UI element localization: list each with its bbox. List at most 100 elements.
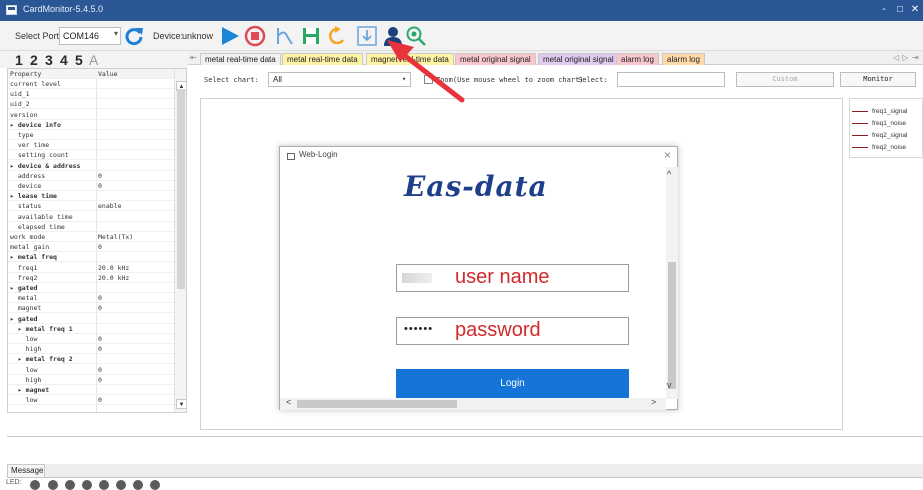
tab-last-icon[interactable]: ⇥	[912, 53, 919, 62]
property-row[interactable]: available time	[8, 212, 174, 222]
tab-chart[interactable]: metal original signal	[455, 53, 536, 65]
property-value[interactable]: 0	[98, 334, 102, 344]
property-row[interactable]: low 0	[8, 365, 174, 375]
minimize-button[interactable]: -	[878, 3, 890, 17]
property-value[interactable]: 0	[98, 242, 102, 252]
custom-button[interactable]: Custom	[736, 72, 834, 87]
tab-prev-icon[interactable]: ◁	[893, 53, 899, 62]
property-row[interactable]: freq1 20.0 kHz	[8, 263, 174, 273]
tab-chart[interactable]: magnet real-time data	[366, 53, 454, 65]
chart-tool-icon[interactable]	[275, 25, 297, 47]
chevron-down-icon[interactable]: ▾	[114, 29, 118, 38]
dialog-vertical-scrollbar[interactable]: ^ v	[666, 167, 678, 399]
play-icon[interactable]	[219, 25, 241, 47]
monitor-button[interactable]: Monitor	[840, 72, 916, 87]
dialog-scroll-thumb[interactable]	[668, 262, 676, 389]
property-row[interactable]: ▸ metal freq	[8, 252, 174, 263]
property-value[interactable]: 0	[98, 365, 102, 375]
password-field[interactable]: •••••• password	[396, 317, 629, 345]
user-login-icon[interactable]	[382, 25, 404, 47]
tab-first-icon[interactable]: ⇤	[190, 53, 197, 62]
tab-next-icon[interactable]: ▷	[902, 53, 908, 62]
series-select[interactable]	[617, 72, 725, 87]
property-row[interactable]: low 0	[8, 395, 174, 406]
chart-select-arrow-icon[interactable]: ▾	[402, 75, 406, 83]
property-row[interactable]: version	[8, 110, 174, 120]
login-button[interactable]: Login	[396, 369, 629, 401]
tab-chart[interactable]: metal original signal	[538, 53, 619, 65]
channel-5[interactable]: 5	[75, 52, 83, 68]
property-value[interactable]: 0	[98, 395, 102, 405]
download-icon[interactable]	[356, 25, 378, 47]
property-row[interactable]: ▸ device & address	[8, 161, 174, 171]
tab-chart[interactable]: metal real-time data	[282, 53, 363, 65]
channel-3[interactable]: 3	[45, 52, 53, 68]
property-row[interactable]: current level	[8, 79, 174, 89]
save-icon[interactable]	[300, 25, 322, 47]
maximize-button[interactable]: □	[894, 3, 906, 17]
chevron-right-icon[interactable]: >	[651, 397, 656, 407]
property-row[interactable]: setting count	[8, 150, 174, 161]
dialog-horizontal-scrollbar[interactable]: < >	[280, 397, 666, 410]
tab-message[interactable]: Message	[7, 464, 45, 478]
property-value[interactable]: 0	[98, 181, 102, 191]
property-row[interactable]: high 0	[8, 344, 174, 355]
property-row[interactable]: high 0	[8, 375, 174, 385]
channel-a[interactable]: A	[89, 52, 98, 68]
refresh-icon[interactable]	[123, 25, 145, 47]
property-value[interactable]: 0	[98, 171, 102, 181]
property-row[interactable]: address 0	[8, 171, 174, 181]
channel-4[interactable]: 4	[60, 52, 68, 68]
dialog-close-icon[interactable]: ×	[664, 148, 671, 162]
property-row[interactable]: ver time	[8, 140, 174, 151]
username-field[interactable]: user name	[396, 264, 629, 292]
property-row[interactable]: ▸ gated	[8, 283, 174, 293]
scroll-thumb[interactable]	[177, 89, 185, 289]
port-select[interactable]: COM146	[59, 27, 121, 45]
property-row[interactable]: elapsed time	[8, 222, 174, 232]
property-row[interactable]: ▸ metal freq 1	[8, 324, 174, 334]
tab-chart[interactable]: metal real-time data	[200, 53, 281, 65]
tab-chart[interactable]: alarm log	[662, 53, 705, 65]
chevron-down-icon[interactable]: v	[667, 380, 672, 390]
property-row[interactable]: uid_1	[8, 89, 174, 100]
property-row[interactable]: ▸ lease time	[8, 191, 174, 202]
property-row[interactable]: uid_2	[8, 99, 174, 110]
chart-select[interactable]: All	[268, 72, 411, 87]
property-value[interactable]: 0	[98, 303, 102, 313]
property-row[interactable]: ▸ device info	[8, 120, 174, 130]
scroll-down-icon[interactable]: ▼	[176, 399, 186, 409]
channel-1[interactable]: 1	[15, 52, 23, 68]
property-row[interactable]: ▸ magnet	[8, 385, 174, 395]
chevron-left-icon[interactable]: <	[286, 397, 291, 407]
chevron-up-icon[interactable]: ^	[667, 169, 671, 179]
tab-chart[interactable]: alarm log	[616, 53, 659, 65]
property-row[interactable]: metal gain 0	[8, 242, 174, 253]
property-row[interactable]: ▸ metal freq 2	[8, 354, 174, 365]
property-row[interactable]: status enable	[8, 201, 174, 212]
property-row[interactable]: work mode Metal(Tx)	[8, 232, 174, 242]
device-label: Device:	[153, 31, 184, 41]
property-row[interactable]: ▸ gated	[8, 314, 174, 324]
property-value[interactable]: 0	[98, 293, 102, 303]
property-row[interactable]: low 0	[8, 334, 174, 344]
property-row[interactable]: freq2 20.0 kHz	[8, 273, 174, 283]
property-value[interactable]: 0	[98, 344, 102, 354]
property-value[interactable]: 20.0 kHz	[98, 263, 129, 273]
undo-icon[interactable]	[326, 25, 348, 47]
property-row[interactable]: type	[8, 130, 174, 140]
close-button[interactable]: ✕	[909, 3, 921, 17]
stop-icon[interactable]	[244, 25, 266, 47]
dialog-hscroll-thumb[interactable]	[297, 400, 457, 408]
zoom-checkbox[interactable]	[424, 75, 433, 84]
property-row[interactable]: magnet 0	[8, 303, 174, 314]
search-zoom-icon[interactable]	[405, 25, 427, 47]
property-value[interactable]: enable	[98, 201, 121, 211]
property-row[interactable]: metal 0	[8, 293, 174, 304]
property-row[interactable]: device 0	[8, 181, 174, 191]
channel-2[interactable]: 2	[30, 52, 38, 68]
property-scrollbar[interactable]: ▲ ▼	[174, 69, 186, 412]
property-value[interactable]: Metal(Tx)	[98, 232, 133, 242]
property-value[interactable]: 20.0 kHz	[98, 273, 129, 283]
property-value[interactable]: 0	[98, 375, 102, 385]
